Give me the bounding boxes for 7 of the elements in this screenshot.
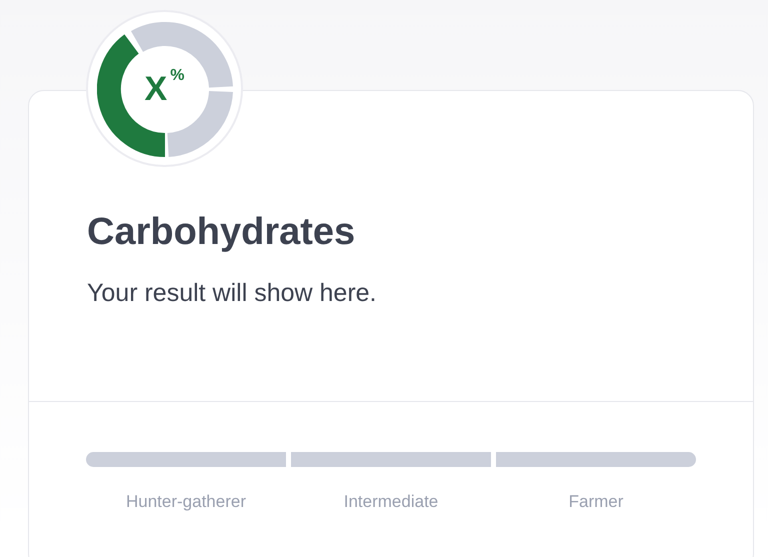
result-unit: % [170,68,184,84]
scale-label: Intermediate [344,493,438,510]
card-title: Carbohydrates [87,213,356,251]
scale-label: Hunter-gatherer [126,493,246,510]
scale-label: Farmer [568,493,624,510]
result-message: Your result will show here. [87,281,378,306]
result-value: X [144,72,168,106]
